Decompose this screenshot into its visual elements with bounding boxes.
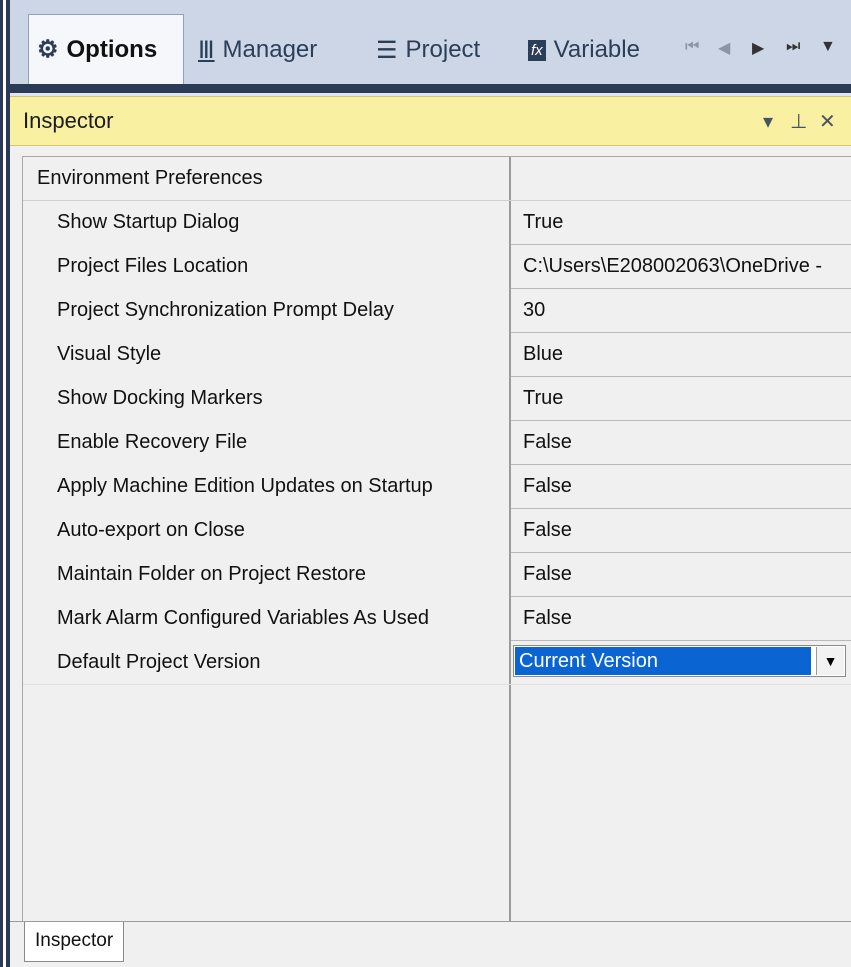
property-row-show-startup-dialog[interactable]: Show Startup Dialog True: [23, 201, 851, 245]
tab-strip: ⚙ Options Ⅲ Manager ☰ Project fx Variabl…: [0, 0, 851, 967]
default-version-select[interactable]: Current Version ▼: [513, 645, 846, 677]
property-name: Default Project Version: [57, 651, 261, 673]
property-grid: Environment Preferences Show Startup Dia…: [22, 156, 851, 922]
window-position-dropdown-icon[interactable]: ▾: [763, 109, 773, 134]
property-group-label: Environment Preferences: [37, 167, 263, 189]
bottom-tab-strip: Inspector: [10, 921, 851, 967]
last-tab-icon[interactable]: ⏭: [786, 38, 800, 56]
tab-inspector-bottom[interactable]: Inspector: [24, 922, 125, 962]
row-separator: [23, 684, 851, 685]
property-name: Apply Machine Edition Updates on Startup: [57, 475, 433, 497]
fx-icon: fx: [528, 39, 546, 61]
tab-list-menu-icon[interactable]: ▼: [820, 38, 836, 56]
property-value[interactable]: C:\Users\E208002063\OneDrive -: [523, 255, 851, 278]
property-row-project-files-location[interactable]: Project Files Location C:\Users\E2080020…: [23, 245, 851, 289]
property-value[interactable]: 30: [523, 299, 851, 322]
property-name: Enable Recovery File: [57, 431, 248, 453]
library-icon: Ⅲ: [198, 36, 215, 64]
gear-icon: ⚙: [37, 36, 59, 63]
close-icon[interactable]: ✕: [819, 109, 836, 134]
inspector-header: Inspector ▾ ⊥ ✕: [10, 96, 851, 146]
property-value[interactable]: False: [523, 563, 851, 586]
next-tab-icon[interactable]: ▶: [752, 38, 764, 58]
tab-options-label: Options: [66, 35, 158, 63]
tab-variable[interactable]: fx Variable: [520, 16, 680, 84]
tab-manager-label: Manager: [222, 36, 318, 63]
property-name: Show Docking Markers: [57, 387, 263, 409]
property-name: Project Files Location: [57, 255, 249, 277]
tab-project-label: Project: [405, 36, 481, 63]
first-tab-icon[interactable]: ⏮: [685, 38, 699, 56]
property-name: Maintain Folder on Project Restore: [57, 563, 367, 585]
inspector-title: Inspector: [23, 108, 114, 133]
property-row-auto-export-on-close[interactable]: Auto-export on Close False: [23, 509, 851, 553]
window-frame-highlight: [3, 0, 6, 967]
property-value[interactable]: True: [523, 211, 851, 234]
list-icon: ☰: [376, 36, 398, 64]
property-group-row[interactable]: Environment Preferences: [23, 157, 851, 201]
property-name: Project Synchronization Prompt Delay: [57, 299, 394, 321]
property-name: Auto-export on Close: [57, 519, 245, 541]
tab-manager[interactable]: Ⅲ Manager: [190, 16, 362, 84]
tab-project[interactable]: ☰ Project: [368, 16, 516, 84]
property-value[interactable]: False: [523, 475, 851, 498]
property-row-enable-recovery-file[interactable]: Enable Recovery File False: [23, 421, 851, 465]
tab-options[interactable]: ⚙ Options: [28, 14, 184, 84]
previous-tab-icon[interactable]: ◀: [718, 38, 730, 58]
pin-icon[interactable]: ⊥: [790, 109, 807, 134]
property-name: Mark Alarm Configured Variables As Used: [57, 607, 430, 629]
property-value[interactable]: False: [523, 431, 851, 454]
chevron-down-icon[interactable]: ▼: [816, 647, 844, 675]
default-version-selected-value[interactable]: Current Version: [515, 647, 811, 675]
property-row-apply-updates-on-startup[interactable]: Apply Machine Edition Updates on Startup…: [23, 465, 851, 509]
property-name: Show Startup Dialog: [57, 211, 240, 233]
property-row-visual-style[interactable]: Visual Style Blue: [23, 333, 851, 377]
property-row-sync-prompt-delay[interactable]: Project Synchronization Prompt Delay 30: [23, 289, 851, 333]
tab-strip-border: [10, 84, 851, 93]
property-value[interactable]: False: [523, 607, 851, 630]
inspector-panel: Environment Preferences Show Startup Dia…: [10, 146, 851, 922]
property-row-mark-alarm-variables[interactable]: Mark Alarm Configured Variables As Used …: [23, 597, 851, 641]
property-value[interactable]: True: [523, 387, 851, 410]
tab-variable-label: Variable: [553, 36, 640, 63]
property-value[interactable]: Blue: [523, 343, 851, 366]
property-row-show-docking-markers[interactable]: Show Docking Markers True: [23, 377, 851, 421]
property-value[interactable]: False: [523, 519, 851, 542]
property-row-maintain-folder[interactable]: Maintain Folder on Project Restore False: [23, 553, 851, 597]
property-name: Visual Style: [57, 343, 162, 365]
property-row-default-project-version[interactable]: Default Project Version Current Version …: [23, 641, 851, 685]
